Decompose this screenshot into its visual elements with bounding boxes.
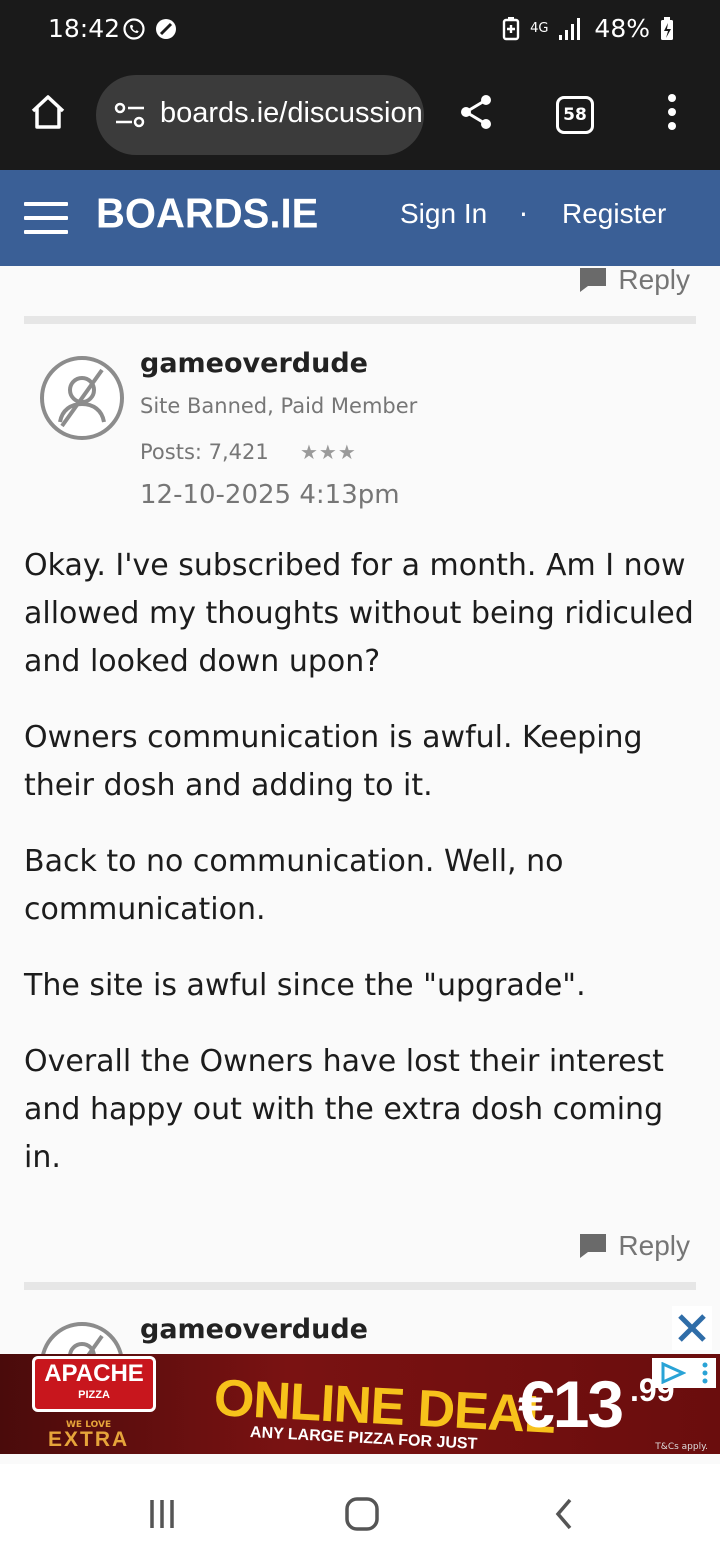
- sign-in-link[interactable]: Sign In: [400, 198, 487, 230]
- site-logo[interactable]: BOARDS.IE: [96, 191, 318, 238]
- home-circle-icon: [345, 1497, 379, 1531]
- home-icon: [31, 95, 65, 129]
- home-button[interactable]: [24, 88, 72, 136]
- status-time: 18:42: [48, 14, 121, 43]
- ad-brand-name: APACHE: [44, 1360, 144, 1387]
- post-paragraph: Overall the Owners have lost their inter…: [24, 1044, 664, 1175]
- ad-tagline: EXTRA: [48, 1428, 130, 1451]
- ad-price: €13: [518, 1367, 624, 1441]
- share-icon: [461, 95, 491, 129]
- menu-button[interactable]: [648, 88, 696, 136]
- comment-icon: [580, 1234, 607, 1258]
- default-avatar-icon: [58, 368, 106, 428]
- post-username[interactable]: gameoverdude: [140, 348, 368, 379]
- address-bar[interactable]: boards.ie/discussion: [96, 75, 424, 155]
- battery-percent: 48%: [594, 14, 650, 43]
- home-nav-button[interactable]: [342, 1494, 382, 1534]
- signal-icon: [559, 17, 581, 40]
- post-paragraph: Okay. I've subscribed for a month. Am I …: [24, 548, 694, 679]
- recents-button[interactable]: [142, 1494, 182, 1534]
- register-link[interactable]: Register: [562, 198, 666, 230]
- status-right: 4G 48%: [502, 14, 674, 43]
- ad-banner[interactable]: APACHE PIZZA WE LOVE EXTRA ONLINE DEAL A…: [0, 1354, 720, 1454]
- battery-charging-icon: [661, 16, 673, 40]
- whatsapp-icon: [123, 18, 145, 40]
- post-divider: [24, 316, 696, 324]
- system-navigation-bar: [0, 1464, 720, 1560]
- adchoices-icon: [661, 1362, 686, 1384]
- tabs-button[interactable]: 58: [556, 96, 594, 134]
- url-text: boards.ie/discussion: [160, 97, 423, 129]
- status-bar: 18:42 4G 48%: [0, 0, 720, 62]
- close-icon: [678, 1314, 706, 1342]
- hamburger-menu-button[interactable]: [24, 202, 68, 234]
- post-paragraph: The site is awful since the "upgrade".: [24, 968, 586, 1003]
- reply-label: Reply: [618, 264, 690, 295]
- user-role: Site Banned, Paid Member: [140, 394, 418, 418]
- more-vertical-icon: [668, 94, 676, 130]
- post-paragraph: Back to no communication. Well, no commu…: [24, 844, 564, 927]
- reply-button[interactable]: Reply: [578, 264, 690, 296]
- user-post-count: Posts: 7,421: [140, 440, 269, 464]
- browser-toolbar: boards.ie/discussion 58: [0, 62, 720, 170]
- ad-brand-sub: PIZZA: [78, 1389, 110, 1401]
- ad-brand-logo: APACHE PIZZA: [32, 1356, 156, 1412]
- post-date[interactable]: 12-10-2025 4:13pm: [140, 480, 400, 510]
- rank-stars: ★★★: [300, 440, 357, 464]
- post-username[interactable]: gameoverdude: [140, 1314, 368, 1345]
- site-settings-icon: [114, 102, 145, 128]
- network-type: 4G: [530, 21, 549, 36]
- recents-icon: [150, 1500, 174, 1528]
- battery-saver-icon: [502, 16, 520, 40]
- ad-terms: T&Cs apply.: [655, 1442, 708, 1452]
- back-chevron-icon: [555, 1498, 572, 1530]
- post-body: Okay. I've subscribed for a month. Am I …: [24, 542, 696, 1210]
- post-divider: [24, 1282, 696, 1290]
- site-header: BOARDS.IE Sign In · Register: [0, 170, 720, 266]
- ad-close-button[interactable]: [672, 1306, 712, 1350]
- share-button[interactable]: [452, 88, 500, 136]
- back-button[interactable]: [544, 1494, 584, 1534]
- ad-choices-button[interactable]: [652, 1358, 716, 1388]
- more-vertical-icon: [702, 1362, 708, 1384]
- reply-label: Reply: [618, 1230, 690, 1261]
- post-paragraph: Owners communication is awful. Keeping t…: [24, 720, 643, 803]
- avatar[interactable]: [40, 356, 124, 440]
- reply-button[interactable]: Reply: [578, 1230, 690, 1262]
- comment-icon: [580, 268, 607, 292]
- header-separator: ·: [519, 198, 528, 231]
- no-disturb-icon: [156, 19, 176, 39]
